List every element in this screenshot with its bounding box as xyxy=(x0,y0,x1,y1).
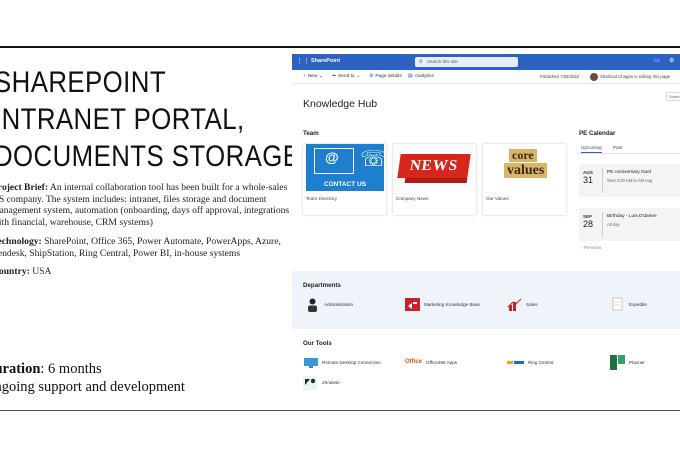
technology-text: SharePoint, Office 365, Power Automate, … xyxy=(0,236,281,259)
values-text: values xyxy=(504,163,548,178)
at-sign-icon: @ xyxy=(325,149,339,165)
remote-desktop-icon xyxy=(304,358,318,368)
contact-us-image: @ ☏ CONTACT US xyxy=(306,144,386,191)
event-divider xyxy=(602,212,603,237)
news-underline xyxy=(404,178,468,183)
sharepoint-screenshot: ⋮⋮ SharePoint ⚲ Search this site ▭ ⚙ + Ne… xyxy=(292,54,680,399)
tools-title: Our Tools xyxy=(303,340,332,347)
headline-line-3: DOCUMENTS STORAGE xyxy=(0,140,292,173)
headline-line-2: INTRANET PORTAL, xyxy=(0,103,245,136)
event-time: Wed 3:00 AM to AM Aug xyxy=(607,178,653,183)
published-status: Published 7/26/2022 xyxy=(540,74,580,79)
event-name: PE Anniversary Noel xyxy=(607,170,651,175)
project-brief: Project Brief: An internal collaboration… xyxy=(0,182,292,228)
card-label: Company News xyxy=(396,196,429,201)
country-text: USA xyxy=(32,266,52,277)
card-label: Our Values xyxy=(486,196,509,201)
card-label: Team Directory xyxy=(306,196,337,201)
core-values-image: core values xyxy=(483,144,566,191)
project-headline: SHAREPOINT INTRANET PORTAL, DOCUMENTS ST… xyxy=(0,64,292,175)
app-launcher-icon[interactable]: ⋮⋮ xyxy=(296,58,310,66)
page-details-button[interactable]: ⚙ Page details xyxy=(369,74,402,79)
person-icon xyxy=(308,298,317,312)
brief-label: Project Brief: xyxy=(0,182,49,193)
calendar-title: PE Calendar xyxy=(579,130,616,137)
analytics-button[interactable]: ▤ Analytics xyxy=(408,74,434,79)
event-name: Birthday - Luis D'dariee xyxy=(607,214,657,219)
avatar xyxy=(590,72,598,81)
event-divider xyxy=(602,168,603,193)
team-directory-card[interactable]: @ ☏ CONTACT US Team Directory xyxy=(303,144,386,215)
country: Country: USA xyxy=(0,266,292,278)
team-section-title: Team xyxy=(303,130,319,137)
zendesk-icon xyxy=(303,376,317,390)
technology-label: Technology: xyxy=(0,236,42,247)
search-icon: ⚲ xyxy=(419,59,423,65)
calendar-event[interactable]: SEP 28 Birthday - Luis D'dariee All day xyxy=(579,208,680,241)
page-title: Knowledge Hub xyxy=(303,98,378,110)
event-time: All day xyxy=(607,222,620,227)
bottom-rule xyxy=(0,410,680,411)
news-text: NEWS xyxy=(397,154,471,178)
our-values-card[interactable]: core values Our Values xyxy=(483,144,566,215)
event-day: 28 xyxy=(583,219,594,229)
duration-line-2: Ongoing support and development xyxy=(0,379,185,395)
suite-bar: ⋮⋮ SharePoint ⚲ Search this site ▭ ⚙ xyxy=(292,54,680,70)
calendar-tabs: Upcoming Past xyxy=(579,144,680,154)
duration: Duration: 6 months Ongoing support and d… xyxy=(0,360,185,396)
command-bar: + New ⌄ ➦ Send to ⌄ ⚙ Page details ▤ Analyti… xyxy=(292,70,680,84)
marketing-icon xyxy=(405,298,420,311)
event-day: 31 xyxy=(583,175,594,185)
settings-icon[interactable]: ⚙ xyxy=(669,57,674,64)
calendar-event[interactable]: AUG 31 PE Anniversary Noel Wed 3:00 AM t… xyxy=(579,164,680,197)
search-placeholder: Search this site xyxy=(427,59,458,64)
editing-status: Shahzod Chagan is editing this page xyxy=(600,74,670,79)
tab-upcoming[interactable]: Upcoming xyxy=(581,145,602,153)
company-news-card[interactable]: NEWS Company News xyxy=(393,144,476,215)
contact-us-text: CONTACT US xyxy=(323,181,367,188)
document-icon xyxy=(612,297,623,311)
previous-link[interactable]: ‹ Previous xyxy=(581,245,601,250)
duration-label: Duration xyxy=(0,361,41,377)
core-text: core xyxy=(509,149,537,162)
search-input[interactable]: ⚲ Search this site xyxy=(415,57,518,67)
project-description: SHAREPOINT INTRANET PORTAL, DOCUMENTS ST… xyxy=(0,48,292,410)
phone-icon: ☏ xyxy=(360,146,386,171)
sales-chart-icon xyxy=(507,298,522,311)
share-button[interactable]: Share xyxy=(666,92,680,101)
new-button[interactable]: + New ⌄ xyxy=(303,74,323,79)
news-image: NEWS xyxy=(393,144,476,191)
tab-past[interactable]: Past xyxy=(613,145,622,150)
send-to-button[interactable]: ➦ Send to ⌄ xyxy=(332,74,360,79)
app-name[interactable]: SharePoint xyxy=(311,58,340,64)
duration-text: : 6 months xyxy=(40,361,102,377)
technology: Technology: SharePoint, Office 365, Powe… xyxy=(0,236,292,259)
chat-icon[interactable]: ▭ xyxy=(654,57,660,64)
departments-title: Departments xyxy=(303,282,341,289)
planner-icon xyxy=(610,355,625,370)
office-logo-icon: Office xyxy=(405,359,423,365)
headline-line-1: SHAREPOINT xyxy=(0,66,167,99)
ring-central-icon xyxy=(507,361,524,364)
country-label: Country: xyxy=(0,266,30,277)
